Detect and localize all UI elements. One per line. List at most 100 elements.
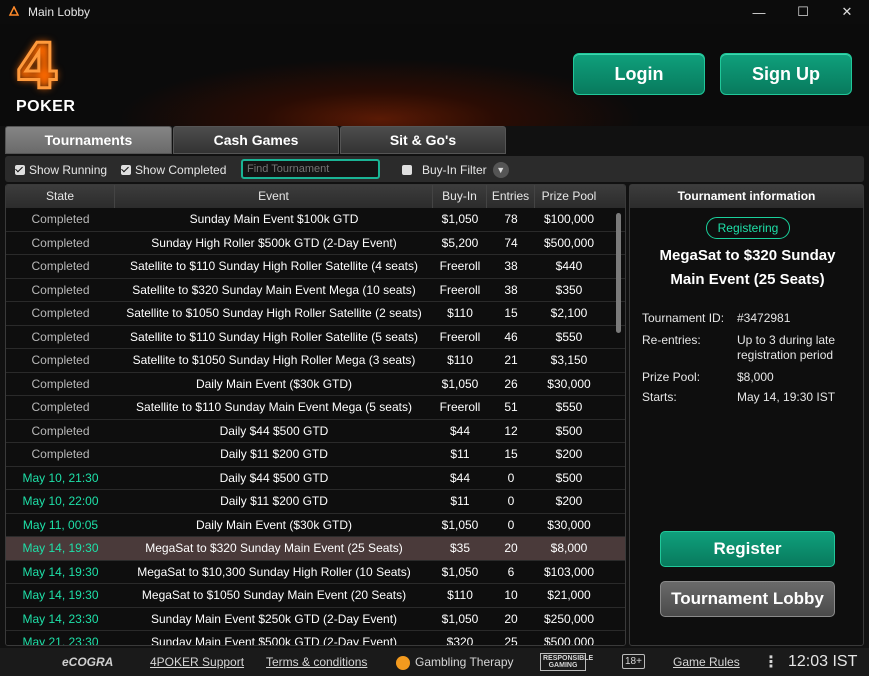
table-row[interactable]: Completed Satellite to $110 Sunday High R… — [6, 325, 625, 349]
cell-buyin: Freeroll — [439, 282, 481, 297]
cell-buyin: $11 — [450, 447, 470, 462]
field-label: Starts: — [642, 390, 677, 404]
cell-event: Sunday Main Event $250k GTD (2-Day Event… — [150, 611, 398, 626]
cell-event: Satellite to $110 Sunday Main Event Mega… — [136, 400, 412, 415]
cell-prize-pool: $8,000 — [550, 541, 588, 556]
cell-prize-pool: $550 — [555, 329, 583, 344]
table-row[interactable]: Completed Sunday High Roller $500k GTD (2… — [6, 231, 625, 255]
cell-state: Completed — [31, 353, 90, 368]
field-label: Tournament ID: — [642, 311, 725, 325]
cell-prize-pool: $3,150 — [550, 353, 588, 368]
cell-buyin: $11 — [450, 494, 470, 509]
table-row[interactable]: Completed Satellite to $1050 Sunday High … — [6, 349, 625, 373]
table-row[interactable]: May 10, 21:30 Daily $44 $500 GTD $44 0 $500 — [6, 466, 625, 490]
cell-entries: 26 — [504, 376, 518, 391]
maximize-button[interactable]: ☐ — [781, 0, 825, 24]
table-row[interactable]: Completed Daily $44 $500 GTD $44 12 $500 — [6, 419, 625, 443]
tab-sit-and-gos[interactable]: Sit & Go's — [340, 126, 506, 154]
cell-prize-pool: $100,000 — [543, 212, 595, 227]
minimize-button[interactable]: — — [737, 0, 781, 24]
buyin-filter[interactable]: Buy-In Filter ▼ — [402, 162, 509, 178]
cell-event: Sunday Main Event $500k GTD (2-Day Event… — [150, 635, 398, 646]
field-value: Up to 3 during late registration period — [737, 333, 836, 362]
responsible-gaming-logo[interactable]: RESPONSIBLE GAMING — [540, 653, 593, 671]
table-row[interactable]: Completed Satellite to $320 Sunday Main E… — [6, 278, 625, 302]
cell-state: Completed — [31, 329, 90, 344]
cell-buyin: $1,050 — [441, 564, 479, 579]
table-row[interactable]: Completed Satellite to $110 Sunday Main E… — [6, 396, 625, 420]
column-header-entries[interactable]: Entries — [487, 185, 535, 208]
cell-prize-pool: $350 — [555, 282, 583, 297]
table-row[interactable]: May 14, 19:30 MegaSat to $1050 Sunday Mai… — [6, 584, 625, 608]
cell-prize-pool: $500,000 — [543, 635, 595, 646]
cell-prize-pool: $250,000 — [543, 611, 595, 626]
field-value: $8,000 — [737, 370, 774, 384]
cell-state: Completed — [31, 306, 90, 321]
support-link[interactable]: 4POKER Support — [150, 655, 244, 669]
terms-link[interactable]: Terms & conditions — [266, 655, 367, 669]
more-menu-icon[interactable]: ⋮ — [763, 652, 779, 672]
cell-prize-pool: $550 — [555, 400, 583, 415]
table-row[interactable]: Completed Daily Main Event ($30k GTD) $1,0… — [6, 372, 625, 396]
tournament-lobby-button[interactable]: Tournament Lobby — [660, 581, 835, 617]
cell-entries: 21 — [504, 353, 518, 368]
cell-event: MegaSat to $1050 Sunday Main Event (20 S… — [141, 588, 407, 603]
cell-entries: 20 — [504, 611, 518, 626]
table-row[interactable]: Completed Satellite to $110 Sunday High R… — [6, 255, 625, 279]
tournament-info-panel: Tournament information Registering MegaS… — [629, 184, 864, 646]
table-row[interactable]: Completed Daily $11 $200 GTD $11 15 $200 — [6, 443, 625, 467]
game-rules-link[interactable]: Game Rules — [673, 655, 740, 669]
cell-buyin: $110 — [447, 306, 473, 321]
signup-button[interactable]: Sign Up — [720, 53, 852, 95]
cell-buyin: $320 — [446, 635, 474, 646]
cell-state: May 11, 00:05 — [22, 517, 99, 532]
table-row[interactable]: May 14, 23:30 Sunday Main Event $250k GTD… — [6, 607, 625, 631]
cell-event: Satellite to $320 Sunday Main Event Mega… — [132, 282, 416, 297]
column-header-state[interactable]: State — [6, 185, 115, 208]
find-tournament-input[interactable] — [241, 159, 380, 179]
cell-prize-pool: $21,000 — [547, 588, 591, 603]
table-row[interactable]: May 10, 22:00 Daily $11 $200 GTD $11 0 $200 — [6, 490, 625, 514]
table-row[interactable]: Completed Sunday Main Event $100k GTD $1,0… — [6, 208, 625, 232]
field-value: #3472981 — [737, 311, 791, 325]
cell-state: Completed — [31, 259, 90, 274]
cell-entries: 15 — [504, 447, 518, 462]
cell-state: Completed — [31, 376, 90, 391]
register-button[interactable]: Register — [660, 531, 835, 567]
cell-state: Completed — [31, 400, 90, 415]
chevron-down-icon[interactable]: ▼ — [492, 162, 509, 178]
gambling-therapy-link[interactable]: Gambling Therapy — [396, 655, 514, 670]
cell-state: May 14, 19:30 — [22, 564, 99, 579]
cell-entries: 10 — [504, 588, 518, 603]
login-button[interactable]: Login — [573, 53, 705, 95]
cell-event: Daily $11 $200 GTD — [220, 494, 328, 509]
table-row[interactable]: May 14, 19:30 MegaSat to $10,300 Sunday H… — [6, 560, 625, 584]
cell-buyin: $110 — [447, 588, 473, 603]
cell-event: Satellite to $1050 Sunday High Roller Me… — [132, 353, 416, 368]
column-header-prize-pool[interactable]: Prize Pool — [535, 185, 603, 208]
tab-cash-games[interactable]: Cash Games — [173, 126, 339, 154]
column-header-buyin[interactable]: Buy-In — [433, 185, 487, 208]
table-row[interactable]: May 14, 19:30 MegaSat to $320 Sunday Main… — [6, 537, 625, 561]
table-row[interactable]: Completed Satellite to $1050 Sunday High … — [6, 302, 625, 326]
cell-buyin: $110 — [447, 353, 473, 368]
cell-buyin: Freeroll — [439, 329, 481, 344]
field-label: Re-entries: — [642, 333, 701, 347]
scrollbar[interactable] — [616, 213, 621, 333]
cell-state: Completed — [31, 235, 90, 250]
tab-tournaments[interactable]: Tournaments — [5, 126, 172, 154]
game-tabs: Tournaments Cash Games Sit & Go's — [5, 126, 507, 154]
close-button[interactable]: ✕ — [825, 0, 869, 24]
table-row[interactable]: May 11, 00:05 Daily Main Event ($30k GTD)… — [6, 513, 625, 537]
status-badge: Registering — [706, 217, 790, 239]
table-row[interactable]: May 21, 23:30 Sunday Main Event $500k GTD… — [6, 631, 625, 646]
header: 4 POKER Login Sign Up — [0, 24, 869, 126]
table-body: Completed Sunday Main Event $100k GTD $1,0… — [6, 208, 625, 646]
cell-event: MegaSat to $10,300 Sunday High Roller (1… — [137, 564, 411, 579]
tournament-table: State Event Buy-In Entries Prize Pool Co… — [5, 184, 626, 646]
ecogra-logo[interactable]: eCOGRA — [62, 655, 113, 669]
cell-entries: 15 — [504, 306, 518, 321]
show-completed-checkbox[interactable]: Show Completed — [121, 163, 226, 177]
column-header-event[interactable]: Event — [115, 185, 433, 208]
show-running-checkbox[interactable]: Show Running — [15, 163, 107, 177]
